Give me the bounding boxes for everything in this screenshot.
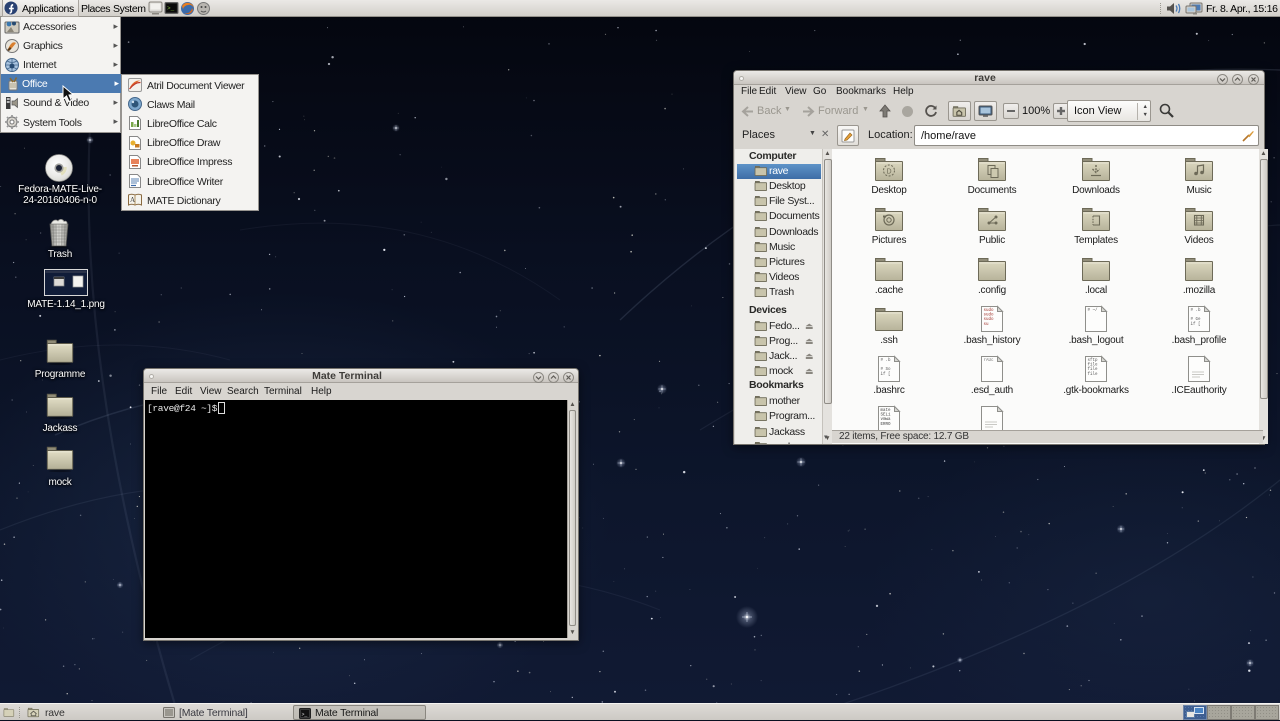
svg-text:vmwa: vmwa [881, 418, 892, 422]
svg-text:A: A [130, 196, 135, 204]
svg-text:mate: mate [881, 409, 892, 413]
svg-text:ERRO: ERRO [881, 423, 892, 427]
svg-text:sudo: sudo [984, 313, 995, 318]
svg-text:sftp: sftp [1088, 358, 1099, 363]
svg-text:# .b: # .b [1191, 308, 1202, 313]
svg-text:file: file [1088, 363, 1099, 368]
svg-text:# Ge: # Ge [1191, 318, 1202, 322]
svg-text:sudo: sudo [984, 308, 995, 313]
svg-text:# So: # So [881, 368, 892, 372]
svg-text:# .b: # .b [881, 358, 892, 363]
svg-text:sudo: sudo [984, 317, 995, 322]
svg-text:D: D [886, 169, 891, 176]
svg-text:# ~/: # ~/ [1088, 308, 1099, 313]
svg-text:rAUc: rAUc [984, 359, 995, 363]
svg-text:file: file [1088, 367, 1099, 372]
svg-text:if [: if [ [1191, 322, 1201, 327]
svg-text:if [: if [ [881, 372, 891, 377]
svg-text:SELi: SELi [881, 413, 892, 418]
svg-text:>_: >_ [167, 5, 175, 12]
svg-text:file: file [1088, 372, 1099, 377]
svg-text:su: su [984, 323, 990, 327]
